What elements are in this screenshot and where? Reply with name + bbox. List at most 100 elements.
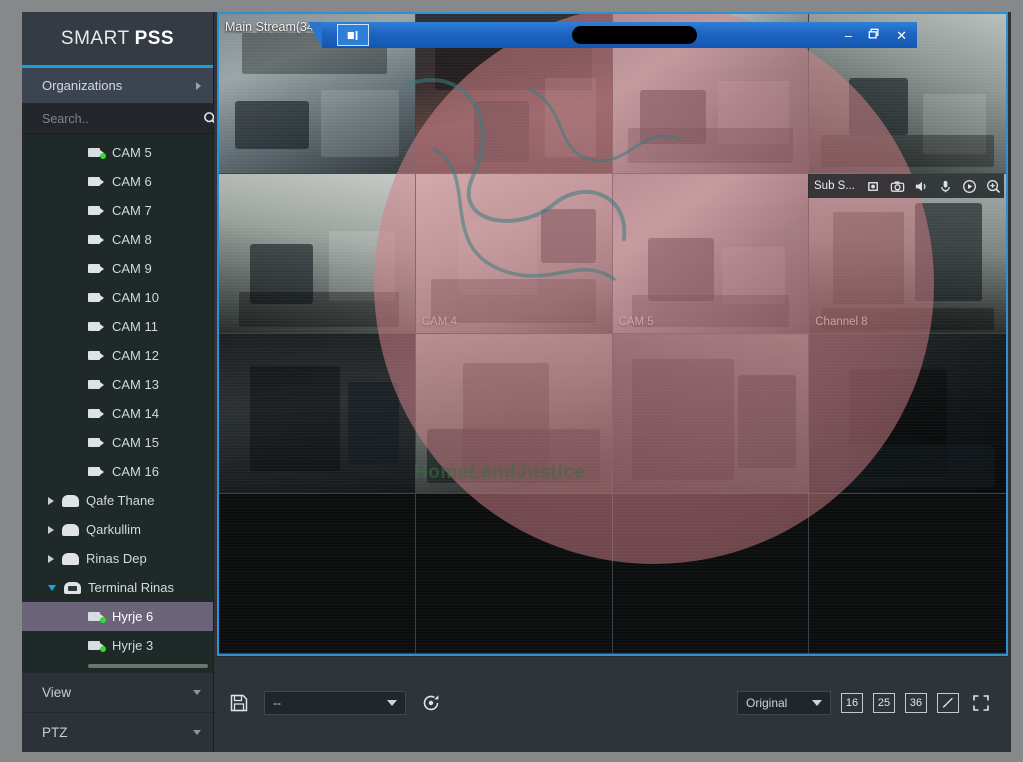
tree-item-label: Hyrje 6 (112, 609, 153, 624)
tree-item-hyrje-6[interactable]: Hyrje 6 (22, 602, 213, 631)
scene-object (250, 366, 340, 471)
window-titlebar-bar[interactable]: – ✕ (322, 22, 917, 48)
audio-icon[interactable] (914, 179, 929, 194)
toolbar-right-group: Original 16 25 36 (737, 691, 993, 715)
tree-item-label: Qarkullim (86, 522, 141, 537)
sidebar-item-view[interactable]: View (22, 672, 213, 712)
chevron-down-icon[interactable] (48, 585, 56, 591)
edit-layout-icon[interactable] (937, 693, 959, 713)
sidebar-item-ptz[interactable]: PTZ (22, 712, 213, 752)
online-status-dot (100, 153, 106, 159)
playback-icon[interactable] (962, 179, 977, 194)
tree-item-cam-15[interactable]: CAM 15 (22, 428, 213, 457)
search-row[interactable] (22, 104, 213, 134)
live-view-stage: CAM 4CAM 5Channel 8 HomeLandJustice Sub … (214, 12, 1011, 752)
chevron-right-icon[interactable] (48, 555, 54, 563)
aspect-ratio-value: Original (746, 696, 802, 710)
video-cell[interactable] (219, 494, 416, 654)
layout-36-button[interactable]: 36 (905, 693, 927, 713)
sidebar-footer: View PTZ (22, 672, 213, 752)
snapshot-icon[interactable] (890, 179, 905, 194)
video-stream-image (219, 494, 415, 653)
toolbar-left-group: -- (228, 691, 442, 715)
tree-item-cam-11[interactable]: CAM 11 (22, 312, 213, 341)
tree-item-cam-6[interactable]: CAM 6 (22, 167, 213, 196)
tree-item-label: CAM 9 (112, 261, 152, 276)
online-status-dot (100, 617, 106, 623)
fullscreen-icon[interactable] (969, 692, 993, 714)
tree-item-cam-9[interactable]: CAM 9 (22, 254, 213, 283)
video-cell[interactable]: CAM 5 (613, 174, 810, 334)
stream-window-titlebar[interactable]: Main Stream(34 – (219, 14, 1008, 44)
tree-item-label: CAM 5 (112, 145, 152, 160)
tour-refresh-icon[interactable] (420, 692, 442, 714)
tree-item-cam-12[interactable]: CAM 12 (22, 341, 213, 370)
video-cell[interactable] (809, 334, 1006, 494)
tree-item-cam-5[interactable]: CAM 5 (22, 138, 213, 167)
talk-mic-icon[interactable] (938, 179, 953, 194)
video-cell[interactable] (416, 334, 613, 494)
video-cell[interactable]: Channel 8 (809, 174, 1006, 334)
tree-item-hyrje-3[interactable]: Hyrje 3 (22, 631, 213, 660)
layout-16-button[interactable]: 16 (841, 693, 863, 713)
tree-item-label: CAM 11 (112, 319, 158, 334)
camera-icon (88, 176, 105, 187)
camera-icon (88, 408, 105, 419)
tree-item-cam-14[interactable]: CAM 14 (22, 399, 213, 428)
chevron-right-icon[interactable] (48, 497, 54, 505)
tree-scrollbar[interactable] (88, 664, 208, 668)
video-grid[interactable]: CAM 4CAM 5Channel 8 (219, 14, 1006, 654)
chevron-right-icon[interactable] (48, 526, 54, 534)
video-stream-image (613, 174, 809, 333)
close-button[interactable]: ✕ (896, 29, 907, 42)
minimize-button[interactable]: – (845, 29, 852, 42)
redacted-title-bar (572, 26, 697, 44)
record-icon[interactable] (866, 179, 881, 194)
substream-toolbar[interactable]: Sub S... (808, 174, 1004, 198)
brand-pss: PSS (135, 28, 175, 50)
sidebar: SMART PSS Organizations CAM 5CAM 6CAM 7C… (22, 12, 214, 752)
tree-item-cam-10[interactable]: CAM 10 (22, 283, 213, 312)
video-cell[interactable] (613, 494, 810, 654)
device-tree[interactable]: CAM 5 CAM 6CAM 7CAM 8 CAM 9 CAM 10 CAM 11 CAM… (22, 134, 213, 672)
tree-item-qarkullim[interactable]: Qarkullim (22, 515, 213, 544)
tree-item-cam-8[interactable]: CAM 8 (22, 225, 213, 254)
device-icon (64, 582, 81, 594)
search-input[interactable] (42, 112, 203, 126)
video-stream-image (416, 334, 612, 493)
scene-object (321, 90, 399, 157)
video-cell[interactable]: CAM 4 (416, 174, 613, 334)
video-cell[interactable] (219, 174, 416, 334)
video-cell[interactable] (219, 334, 416, 494)
scene-object (849, 78, 908, 135)
tree-item-rinas-dep[interactable]: Rinas Dep (22, 544, 213, 573)
scene-object (235, 101, 309, 149)
organizations-header[interactable]: Organizations (22, 68, 213, 104)
camera-icon (88, 640, 105, 651)
layout-25-button[interactable]: 25 (873, 693, 895, 713)
video-grid-container[interactable]: CAM 4CAM 5Channel 8 HomeLandJustice Sub … (217, 12, 1008, 656)
device-icon (62, 495, 79, 507)
video-stream-image (416, 174, 612, 333)
camera-icon (88, 234, 105, 245)
save-view-icon[interactable] (228, 692, 250, 714)
digital-zoom-icon[interactable] (986, 179, 1001, 194)
tree-item-label: CAM 14 (112, 406, 159, 421)
video-cell[interactable] (613, 334, 810, 494)
video-cell[interactable] (416, 494, 613, 654)
tree-item-label: Rinas Dep (86, 551, 147, 566)
tree-item-label: CAM 13 (112, 377, 159, 392)
chevron-down-icon (193, 690, 201, 695)
window-controls[interactable]: – ✕ (845, 22, 907, 48)
aspect-ratio-select[interactable]: Original (737, 691, 831, 715)
scene-object (648, 238, 715, 302)
tree-item-terminal-rinas[interactable]: Terminal Rinas (22, 573, 213, 602)
preset-select[interactable]: -- (264, 691, 406, 715)
tree-item-cam-13[interactable]: CAM 13 (22, 370, 213, 399)
restore-button[interactable] (868, 28, 880, 42)
tree-item-cam-7[interactable]: CAM 7 (22, 196, 213, 225)
pin-window-icon[interactable] (337, 24, 369, 46)
video-cell[interactable] (809, 494, 1006, 654)
tree-item-cam-16[interactable]: CAM 16 (22, 457, 213, 486)
tree-item-qafe-thane[interactable]: Qafe Thane (22, 486, 213, 515)
